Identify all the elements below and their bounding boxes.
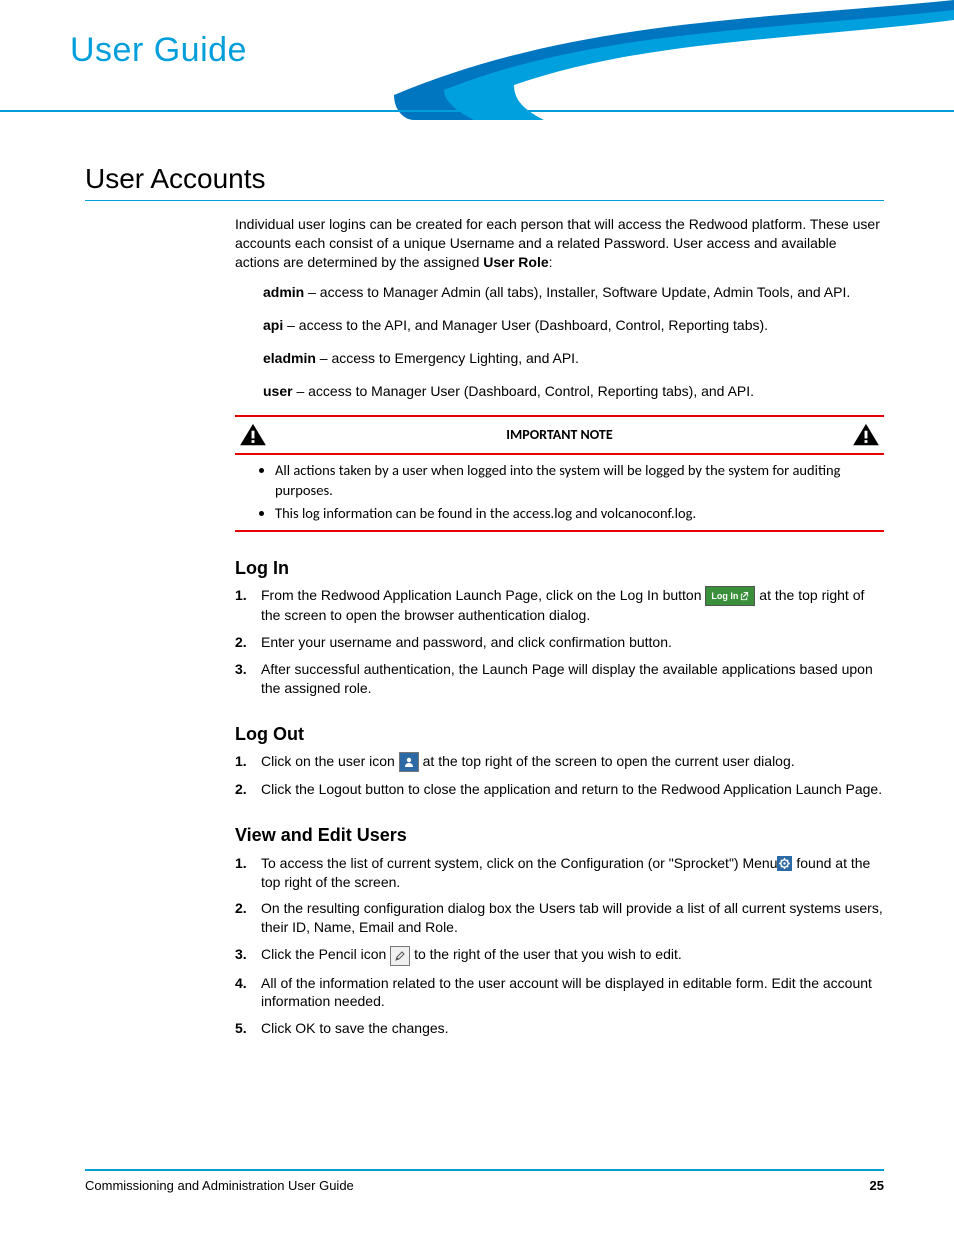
login-step: After successful authentication, the Lau…: [235, 660, 884, 698]
viewedit-step: On the resulting configuration dialog bo…: [235, 899, 884, 937]
section-heading: User Accounts: [85, 160, 884, 201]
logout-heading: Log Out: [235, 722, 884, 746]
viewedit-heading: View and Edit Users: [235, 823, 884, 847]
important-note-box: IMPORTANT NOTE All actions taken by a us…: [235, 415, 884, 532]
logout-step: Click the Logout button to close the app…: [235, 780, 884, 799]
warning-icon: [852, 423, 880, 447]
viewedit-step: Click the Pencil icon to the right of th…: [235, 945, 884, 965]
logout-section: Log Out Click on the user icon at the to…: [235, 722, 884, 799]
role-eladmin: eladmin – access to Emergency Lighting, …: [263, 349, 884, 368]
logout-step: Click on the user icon at the top right …: [235, 752, 884, 772]
login-section: Log In From the Redwood Application Laun…: [235, 556, 884, 698]
header-title: User Guide: [70, 28, 247, 74]
login-button-graphic: Log In: [705, 586, 755, 606]
page-header: User Guide: [0, 0, 954, 120]
header-rule: [0, 110, 954, 112]
note-title: IMPORTANT NOTE: [506, 426, 612, 445]
user-icon: [399, 752, 419, 772]
viewedit-steps: To access the list of current system, cl…: [235, 854, 884, 1039]
login-step: From the Redwood Application Launch Page…: [235, 586, 884, 625]
page-body: User Accounts Individual user logins can…: [85, 160, 884, 1038]
login-step: Enter your username and password, and cl…: [235, 633, 884, 652]
logout-steps: Click on the user icon at the top right …: [235, 752, 884, 799]
viewedit-step: Click OK to save the changes.: [235, 1019, 884, 1038]
role-api: api – access to the API, and Manager Use…: [263, 316, 884, 335]
footer-title: Commissioning and Administration User Gu…: [85, 1177, 354, 1195]
role-admin: admin – access to Manager Admin (all tab…: [263, 283, 884, 302]
login-arrow-icon: [740, 592, 749, 601]
role-list: admin – access to Manager Admin (all tab…: [263, 283, 884, 401]
note-item: This log information can be found in the…: [275, 504, 884, 524]
header-swoosh-graphic: [394, 0, 954, 120]
viewedit-step: All of the information related to the us…: [235, 974, 884, 1012]
viewedit-step: To access the list of current system, cl…: [235, 854, 884, 892]
note-item: All actions taken by a user when logged …: [275, 461, 884, 500]
login-steps: From the Redwood Application Launch Page…: [235, 586, 884, 698]
page-number: 25: [870, 1177, 884, 1195]
warning-icon: [239, 423, 267, 447]
role-user: user – access to Manager User (Dashboard…: [263, 382, 884, 401]
note-list: All actions taken by a user when logged …: [235, 461, 884, 524]
page-footer: Commissioning and Administration User Gu…: [0, 1163, 954, 1195]
intro-paragraph: Individual user logins can be created fo…: [235, 215, 884, 272]
pencil-icon: [390, 946, 410, 966]
viewedit-section: View and Edit Users To access the list o…: [235, 823, 884, 1038]
login-heading: Log In: [235, 556, 884, 580]
section-intro: Individual user logins can be created fo…: [235, 215, 884, 532]
sprocket-icon: [777, 856, 792, 871]
